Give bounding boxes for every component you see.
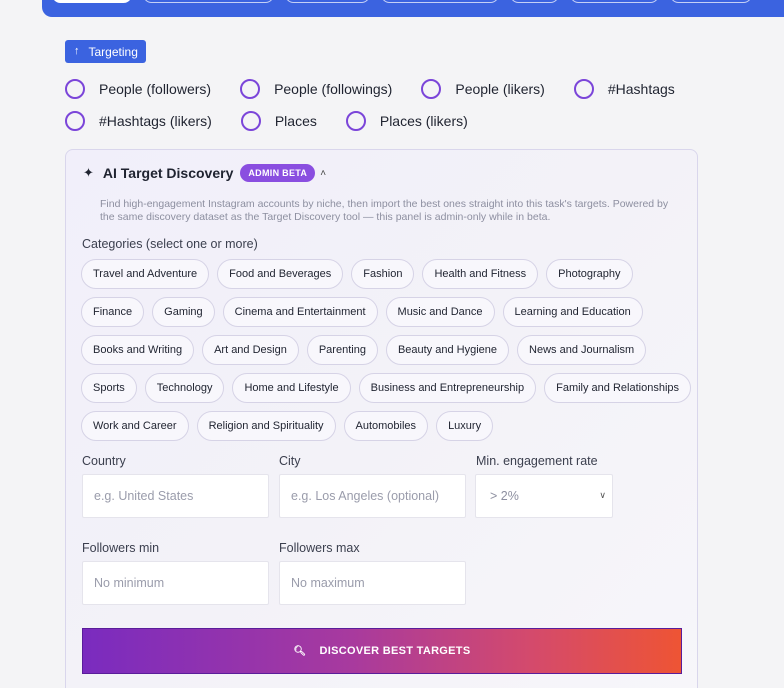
category-chip[interactable]: Sports	[81, 373, 137, 403]
admin-beta-badge: ADMIN BETA	[240, 164, 316, 182]
followers-min-input[interactable]: No minimum	[82, 561, 269, 605]
category-chip[interactable]: Religion and Spirituality	[196, 411, 336, 441]
discover-button-label: DISCOVER BEST TARGETS	[319, 645, 471, 657]
chevron-up-icon[interactable]: ˄	[320, 168, 326, 179]
radio-circle	[240, 111, 261, 131]
category-chip[interactable]: Music and Dance	[385, 297, 495, 327]
category-chip[interactable]: Cinema and Entertainment	[222, 297, 378, 327]
category-row-3: Books and Writing Art and Design Parenti…	[81, 335, 654, 365]
category-chip[interactable]: Gaming	[152, 297, 215, 327]
ai-panel-description: Find high-engagement Instagram accounts …	[100, 198, 669, 223]
city-input[interactable]: e.g. Los Angeles (optional)	[279, 474, 466, 518]
ai-panel-title: AI Target Discovery	[102, 165, 234, 181]
tab[interactable]	[143, 0, 274, 3]
categories-label: Categories (select one or more)	[82, 237, 258, 251]
sparkle-icon: ✦	[83, 165, 94, 180]
followers-max-input[interactable]: No maximum	[279, 561, 466, 605]
radio-hashtags[interactable]: #Hashtags	[573, 79, 675, 99]
category-row-1: Travel and Adventure Food and Beverages …	[81, 259, 641, 289]
radio-circle	[65, 79, 85, 99]
top-tab-bar	[42, 0, 784, 17]
city-label: City	[279, 454, 301, 468]
category-chip[interactable]: Beauty and Hygiene	[385, 335, 510, 365]
ai-target-discovery-panel: ✦ AI Target Discovery ADMIN BETA ˄ Find …	[65, 149, 698, 688]
category-chip[interactable]: Family and Relationships	[544, 373, 691, 403]
followers-max-label: Followers max	[279, 541, 360, 555]
radio-label: #Hashtags (likers)	[99, 113, 212, 129]
category-chip[interactable]: Art and Design	[202, 335, 299, 365]
radio-label: People (likers)	[455, 81, 545, 97]
discover-targets-button[interactable]: 🔍︎ DISCOVER BEST TARGETS	[82, 628, 682, 674]
category-chip[interactable]: Parenting	[306, 335, 378, 365]
radio-circle	[345, 111, 366, 131]
category-chip[interactable]: Finance	[81, 297, 145, 327]
tab[interactable]	[570, 0, 659, 3]
category-chip[interactable]: Travel and Adventure	[81, 259, 210, 289]
radio-label: Places (likers)	[379, 113, 468, 129]
category-chip[interactable]: Learning and Education	[502, 297, 643, 327]
radio-people-likers[interactable]: People (likers)	[421, 79, 545, 99]
engagement-value: > 2%	[490, 489, 519, 503]
category-chip[interactable]: Fashion	[351, 259, 415, 289]
category-chip[interactable]: Food and Beverages	[217, 259, 344, 289]
radio-people-followings[interactable]: People (followings)	[240, 79, 392, 99]
radio-circle	[573, 79, 594, 99]
country-input[interactable]: e.g. United States	[82, 474, 269, 518]
category-row-5: Work and Career Religion and Spiritualit…	[81, 411, 501, 441]
source-type-row-1: People (followers) People (followings) P…	[65, 79, 704, 99]
category-chip[interactable]: Luxury	[436, 411, 494, 441]
category-chip[interactable]: News and Journalism	[517, 335, 647, 365]
ai-panel-header: ✦ AI Target Discovery ADMIN BETA ˄	[83, 164, 326, 182]
category-chip[interactable]: Technology	[144, 373, 225, 403]
followers-min-label: Followers min	[82, 541, 160, 555]
radio-circle	[65, 111, 85, 131]
radio-label: People (followings)	[274, 81, 393, 97]
chevron-down-icon: ∨	[599, 490, 606, 500]
radio-people-followers[interactable]: People (followers)	[65, 79, 211, 99]
category-chip[interactable]: Books and Writing	[81, 335, 195, 365]
category-chip[interactable]: Work and Career	[81, 411, 189, 441]
category-row-2: Finance Gaming Cinema and Entertainment …	[81, 297, 651, 327]
radio-circle	[240, 79, 261, 99]
radio-places-likers[interactable]: Places (likers)	[345, 111, 468, 131]
radio-hashtags-likers[interactable]: #Hashtags (likers)	[65, 111, 212, 131]
tab[interactable]	[510, 0, 559, 3]
tab-active[interactable]	[52, 0, 132, 3]
radio-label: Places	[274, 113, 317, 129]
radio-label: People (followers)	[99, 81, 212, 97]
country-label: Country	[82, 454, 126, 468]
radio-label: #Hashtags	[607, 81, 675, 97]
category-chip[interactable]: Home and Lifestyle	[232, 373, 351, 403]
category-chip[interactable]: Business and Entrepreneurship	[358, 373, 537, 403]
tab[interactable]	[285, 0, 370, 3]
category-chip[interactable]: Health and Fitness	[422, 259, 539, 289]
tab[interactable]	[381, 0, 499, 3]
engagement-label: Min. engagement rate	[476, 454, 598, 468]
radio-places[interactable]: Places	[240, 111, 317, 131]
radio-circle	[421, 79, 442, 99]
arrow-up-icon: ↑	[74, 45, 80, 57]
category-chip[interactable]: Automobiles	[343, 411, 429, 441]
engagement-select[interactable]: > 2% ∨	[475, 474, 613, 518]
category-row-4: Sports Technology Home and Lifestyle Bus…	[81, 373, 699, 403]
source-type-row-2: #Hashtags (likers) Places Places (likers…	[65, 111, 497, 131]
search-icon: 🔍︎	[293, 645, 307, 657]
targeting-button[interactable]: ↑ Targeting	[65, 40, 146, 63]
tab[interactable]	[670, 0, 752, 3]
targeting-button-label: Targeting	[88, 44, 138, 59]
category-chip[interactable]: Photography	[546, 259, 633, 289]
